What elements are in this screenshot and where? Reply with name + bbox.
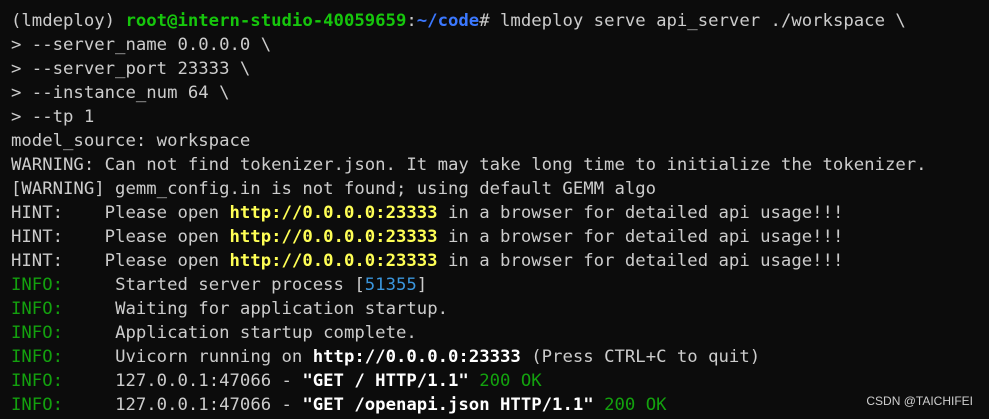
continuation-line: > --instance_num 64 \ [11, 83, 230, 103]
info-complete: Application startup complete. [115, 323, 417, 343]
info-uvicorn-url: http://0.0.0.0:23333 [312, 347, 521, 367]
info-spacer [63, 371, 115, 391]
warning-line: WARNING: Can not find tokenizer.json. It… [11, 155, 927, 175]
hint-suffix: in a browser for detailed api usage!!! [437, 251, 844, 271]
hint-prefix: HINT: Please open [11, 227, 230, 247]
prompt-symbol: # [479, 11, 501, 31]
info-label: INFO: [11, 371, 64, 391]
info-started-prefix: Started server process [ [115, 275, 365, 295]
hint-line: HINT: Please open http://0.0.0.0:23333 i… [11, 249, 989, 273]
info-req2-status: 200 OK [593, 395, 667, 415]
info-started-suffix: ] [416, 275, 428, 295]
hint-url: http://0.0.0.0:23333 [229, 227, 438, 247]
info-line: INFO: Uvicorn running on http://0.0.0.0:… [11, 345, 989, 369]
info-line: INFO: 127.0.0.1:47066 - "GET /openapi.js… [11, 393, 989, 417]
info-label: INFO: [11, 299, 64, 319]
info-pid: 51355 [364, 275, 417, 295]
info-req2-method: "GET /openapi.json HTTP/1.1" [302, 395, 594, 415]
info-line: INFO: Waiting for application startup. [11, 297, 989, 321]
info-label: INFO: [11, 347, 64, 367]
info-line: INFO: 127.0.0.1:47066 - "GET / HTTP/1.1"… [11, 369, 989, 393]
hint-line: HINT: Please open http://0.0.0.0:23333 i… [11, 225, 989, 249]
hint-suffix: in a browser for detailed api usage!!! [437, 203, 844, 223]
info-label: INFO: [11, 323, 64, 343]
csdn-watermark: CSDN @TAICHIFEI [866, 394, 973, 408]
prompt-path: ~/code [416, 11, 480, 31]
prompt-line: (lmdeploy) root@intern-studio-40059659:~… [11, 9, 989, 33]
info-req1-method: "GET / HTTP/1.1" [302, 371, 469, 391]
info-line: INFO: Started server process [51355] [11, 273, 989, 297]
info-line: INFO: Application startup complete. [11, 321, 989, 345]
info-spacer [63, 395, 115, 415]
info-req1-prefix: 127.0.0.1:47066 - [115, 371, 303, 391]
hint-prefix: HINT: Please open [11, 251, 230, 271]
hint-url: http://0.0.0.0:23333 [229, 203, 438, 223]
terminal-window[interactable]: (lmdeploy) root@intern-studio-40059659:~… [0, 0, 989, 419]
info-spacer [63, 275, 115, 295]
conda-env: (lmdeploy) [11, 11, 126, 31]
info-label: INFO: [11, 275, 64, 295]
hint-suffix: in a browser for detailed api usage!!! [437, 227, 844, 247]
info-uvicorn-suffix: (Press CTRL+C to quit) [520, 347, 761, 367]
info-req1-status: 200 OK [468, 371, 542, 391]
prompt-user-host: root@intern-studio-40059659 [125, 11, 407, 31]
info-spacer [63, 299, 115, 319]
info-uvicorn-prefix: Uvicorn running on [115, 347, 313, 367]
prompt-colon: : [406, 11, 417, 31]
continuation-line: > --tp 1 [11, 107, 95, 127]
info-label: INFO: [11, 395, 64, 415]
output-line: model_source: workspace [11, 131, 251, 151]
continuation-line: > --server_port 23333 \ [11, 59, 251, 79]
info-req2-prefix: 127.0.0.1:47066 - [115, 395, 303, 415]
hint-line: HINT: Please open http://0.0.0.0:23333 i… [11, 201, 989, 225]
command-text: lmdeploy serve api_server ./workspace \ [500, 11, 906, 31]
warning-line: [WARNING] gemm_config.in is not found; u… [11, 179, 657, 199]
info-spacer [63, 323, 115, 343]
info-spacer [63, 347, 115, 367]
continuation-line: > --server_name 0.0.0.0 \ [11, 35, 272, 55]
info-waiting: Waiting for application startup. [115, 299, 448, 319]
hint-url: http://0.0.0.0:23333 [229, 251, 438, 271]
hint-prefix: HINT: Please open [11, 203, 230, 223]
